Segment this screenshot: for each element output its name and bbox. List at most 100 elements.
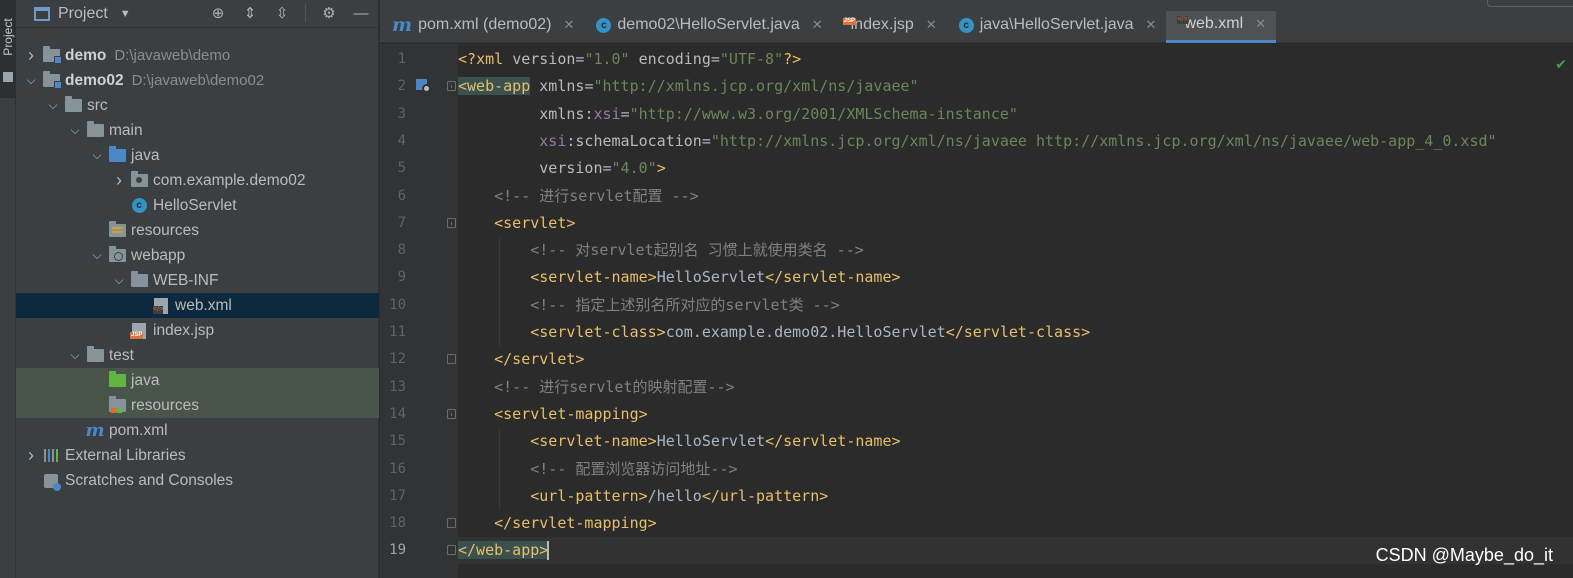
line-number: 4 <box>397 132 406 149</box>
divider <box>305 4 306 22</box>
code-line: xmlns:xsi="http://www.w3.org/2001/XMLSch… <box>458 101 1573 128</box>
code-token: <? <box>458 50 477 68</box>
hide-icon[interactable]: — <box>352 4 370 22</box>
tree-item-label: java <box>131 146 160 164</box>
chevron-down-icon[interactable]: ⌵ <box>68 123 82 138</box>
close-icon[interactable]: ✕ <box>1255 16 1266 32</box>
close-icon[interactable]: ✕ <box>563 17 574 33</box>
close-icon[interactable]: ✕ <box>812 17 823 33</box>
code-token: </servlet-name> <box>765 268 901 287</box>
close-icon[interactable]: ✕ <box>926 17 937 33</box>
project-view-selector[interactable]: Project ▼ <box>34 5 131 23</box>
chevron-right-icon[interactable]: › <box>24 445 38 466</box>
maven-icon: m <box>392 14 413 36</box>
fold-end-icon[interactable] <box>447 545 456 556</box>
line-number: 1 <box>397 51 406 67</box>
tree-item[interactable]: › External Libraries <box>16 443 379 468</box>
tool-window-stripe: Project <box>0 0 16 578</box>
code-line: <servlet-class>com.example.demo02.HelloS… <box>458 319 1573 346</box>
code-token: xmlns <box>539 104 585 123</box>
collapse-all-icon[interactable]: ⇳ <box>273 4 291 22</box>
expand-all-icon[interactable]: ⇕ <box>241 4 259 22</box>
chevron-down-icon[interactable]: ⌵ <box>90 148 104 163</box>
code-line: <web-app xmlns="http://xmlns.jcp.org/xml… <box>458 73 1573 100</box>
line-number: 12 <box>389 351 406 368</box>
tree-item[interactable]: ›index.jsp <box>16 318 379 343</box>
code-token: encoding <box>638 50 711 68</box>
tree-item[interactable]: › com.example.demo02 <box>16 168 379 193</box>
tree-item[interactable]: ›cHelloServlet <box>16 193 379 218</box>
fold-end-icon[interactable] <box>447 354 456 365</box>
project-tool-tab[interactable]: Project <box>0 0 16 98</box>
tree-item[interactable]: ⌵ main <box>16 118 379 143</box>
chevron-down-icon[interactable]: ⌵ <box>24 73 38 88</box>
chevron-right-icon[interactable]: › <box>112 170 126 191</box>
gear-icon[interactable]: ⚙ <box>320 4 338 22</box>
chevron-down-icon[interactable]: ⌵ <box>68 348 82 363</box>
code-line: </servlet-mapping> <box>458 510 1573 537</box>
chevron-down-icon[interactable]: ⌵ <box>112 273 126 288</box>
tree-item[interactable]: ›java <box>16 368 379 393</box>
editor-tab[interactable]: web.xml ✕ <box>1166 11 1277 43</box>
code-line: version="4.0"> <box>458 155 1573 182</box>
tree-item[interactable]: ⌵ demo02 D:\javaweb\demo02 <box>16 68 379 93</box>
fold-collapse-icon[interactable] <box>447 408 456 419</box>
tree-item-label: Scratches and Consoles <box>65 471 234 489</box>
line-number: 9 <box>397 269 406 286</box>
chevron-right-icon[interactable]: › <box>24 45 38 66</box>
code-area[interactable]: <?xml version="1.0" encoding="UTF-8"?> <w… <box>458 44 1573 578</box>
tree-item-label: com.example.demo02 <box>153 171 306 189</box>
editor-tab-label: demo02\HelloServlet.java <box>617 16 800 33</box>
scratches-icon <box>42 473 61 491</box>
class-icon: c <box>596 17 612 33</box>
fold-end-icon[interactable] <box>447 518 456 529</box>
code-token: = <box>710 50 720 68</box>
web-descriptor-gutter-icon[interactable] <box>416 79 431 94</box>
code-line: <!-- 进行servlet配置 --> <box>458 183 1573 210</box>
code-token: = <box>620 104 630 123</box>
tree-item[interactable]: ⌵ webapp <box>16 243 379 268</box>
tree-item[interactable]: ⌵ test <box>16 343 379 368</box>
tree-item[interactable]: ›Scratches and Consoles <box>16 468 379 493</box>
fold-collapse-icon[interactable] <box>447 217 456 228</box>
line-number: 6 <box>397 187 406 204</box>
tree-item[interactable]: ›mpom.xml <box>16 418 379 443</box>
tree-item-label: java <box>131 371 160 389</box>
editor-tab-label: web.xml <box>1184 14 1244 32</box>
code-token: <!-- 指定上述别名所对应的servlet类 --> <box>530 295 840 314</box>
tree-item[interactable]: ⌵ java <box>16 143 379 168</box>
editor-tab[interactable]: c java\HelloServlet.java ✕ <box>947 11 1167 43</box>
tree-item[interactable]: ⌵ src <box>16 93 379 118</box>
line-number: 16 <box>389 460 406 477</box>
resources-folder-icon <box>108 221 126 238</box>
code-line: <!-- 配置浏览器访问地址--> <box>458 456 1573 483</box>
libraries-icon <box>42 448 60 463</box>
tree-item[interactable]: ›web.xml <box>16 293 379 318</box>
editor-gutter: 1 2 3 4 5 6 7 8 9 10 11 12 13 14 15 16 17 18 19 <box>380 44 458 578</box>
tree-item[interactable]: ›resources <box>16 393 379 418</box>
editor-tab[interactable]: c demo02\HelloServlet.java ✕ <box>584 11 832 43</box>
code-token: = <box>602 159 612 178</box>
folder-icon <box>3 72 13 82</box>
tree-item[interactable]: ›resources <box>16 218 379 243</box>
chevron-down-icon[interactable]: ⌵ <box>90 248 104 263</box>
tree-item-label: demo <box>65 46 107 64</box>
close-icon[interactable]: ✕ <box>1146 17 1157 33</box>
tree-item[interactable]: ⌵ WEB-INF <box>16 268 379 293</box>
tree-item[interactable]: › demo D:\javaweb\demo <box>16 43 379 68</box>
code-token: <!-- 进行servlet配置 --> <box>494 186 699 205</box>
chevron-down-icon[interactable]: ⌵ <box>46 98 60 113</box>
editor-tab[interactable]: index.jsp ✕ <box>833 11 947 43</box>
code-token: <servlet-name> <box>530 432 657 451</box>
editor-tab[interactable]: m pom.xml (demo02) ✕ <box>380 11 584 43</box>
fold-collapse-icon[interactable] <box>447 81 456 92</box>
tree-item-label: webapp <box>131 246 186 264</box>
locate-file-icon[interactable]: ⊕ <box>209 4 227 22</box>
code-token: HelloServlet <box>656 432 766 451</box>
code-token: "http://xmlns.jcp.org/xml/ns/javaee http… <box>710 131 1497 150</box>
code-token: com.example.demo02.HelloServlet <box>665 323 946 341</box>
line-number: 17 <box>389 487 406 504</box>
